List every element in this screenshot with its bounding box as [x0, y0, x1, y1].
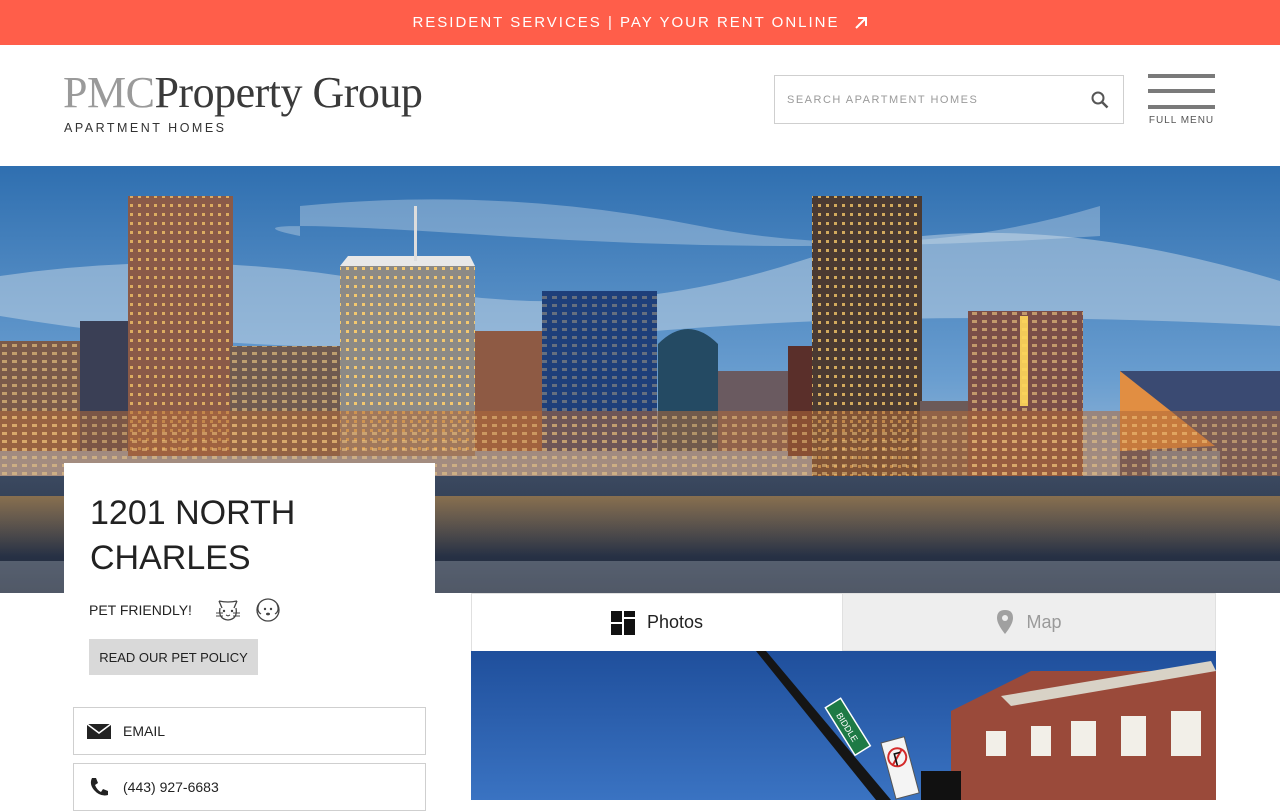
pet-friendly-label: PET FRIENDLY! — [89, 602, 192, 618]
hamburger-bar — [1148, 89, 1215, 93]
logo-wordmark: PMCProperty Group — [63, 68, 423, 117]
site-header: PMCProperty Group APARTMENT HOMES FULL M… — [0, 45, 1280, 166]
envelope-icon — [86, 723, 112, 739]
property-photo[interactable]: BIDDLE — [471, 651, 1216, 800]
banner-text: RESIDENT SERVICES | PAY YOUR RENT ONLINE — [412, 14, 840, 31]
hamburger-bar — [1148, 105, 1215, 109]
full-menu-label: FULL MENU — [1148, 115, 1215, 126]
property-title-line: CHARLES — [90, 539, 251, 577]
search-icon[interactable] — [1091, 91, 1109, 109]
photos-grid-icon — [610, 610, 635, 635]
logo[interactable]: PMCProperty Group APARTMENT HOMES — [63, 68, 423, 136]
search-box — [774, 75, 1124, 124]
email-label: EMAIL — [123, 723, 166, 739]
map-pin-icon — [997, 610, 1014, 634]
full-menu-button[interactable]: FULL MENU — [1148, 74, 1216, 130]
hamburger-icon — [1148, 74, 1215, 78]
dog-icon — [256, 598, 280, 622]
pet-friendly-row: PET FRIENDLY! — [89, 597, 282, 623]
tab-photos-label: Photos — [646, 612, 704, 632]
building-photo: BIDDLE — [471, 651, 1216, 800]
property-title: 1201 NORTH CHARLES — [90, 491, 420, 581]
email-contact-button[interactable]: EMAIL — [73, 707, 426, 755]
search-input[interactable] — [775, 76, 1075, 123]
logo-name: Property Group — [154, 68, 423, 117]
property-title-line: 1201 NORTH — [90, 494, 296, 532]
resident-services-banner[interactable]: RESIDENT SERVICES | PAY YOUR RENT ONLINE — [0, 0, 1280, 45]
tab-map-label: Map — [1026, 611, 1062, 632]
tab-map[interactable]: Map — [842, 593, 1216, 651]
phone-number: (443) 927-6683 — [123, 779, 219, 795]
property-card: 1201 NORTH CHARLES PET FRIENDLY! READ OU… — [64, 463, 435, 811]
phone-contact-button[interactable]: (443) 927-6683 — [73, 763, 426, 811]
pet-policy-button[interactable]: READ OUR PET POLICY — [89, 639, 258, 675]
arrow-up-right-icon — [854, 16, 867, 29]
tab-photos[interactable]: Photos — [471, 593, 843, 651]
cat-icon — [215, 600, 240, 621]
logo-prefix: PMC — [63, 68, 155, 117]
phone-icon — [90, 778, 108, 796]
logo-tagline: APARTMENT HOMES — [64, 121, 227, 135]
